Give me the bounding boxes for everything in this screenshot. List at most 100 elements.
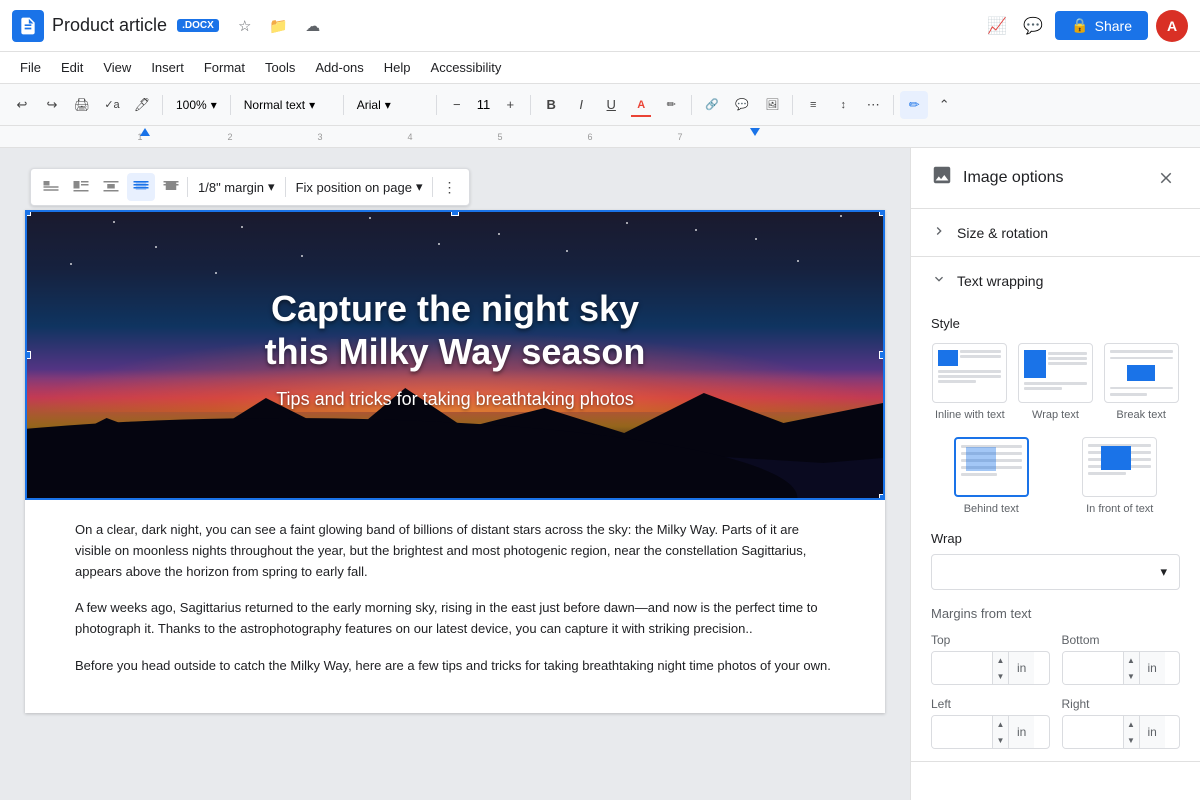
style-select[interactable]: Normal text ▾ — [237, 91, 337, 119]
link-button[interactable]: 🔗 — [698, 91, 726, 119]
style-wrap[interactable]: Wrap text — [1017, 343, 1095, 421]
margin-top-decrement[interactable]: ▼ — [992, 668, 1008, 684]
handle-top-left[interactable] — [25, 210, 31, 216]
redo-button[interactable]: ↪ — [38, 91, 66, 119]
margins-grid: Top ▲ ▼ in Bot — [931, 633, 1180, 749]
margin-top-input[interactable] — [932, 652, 992, 684]
handle-mid-right[interactable] — [879, 351, 885, 359]
style-chevron-icon: ▾ — [309, 98, 315, 112]
handle-mid-left[interactable] — [25, 351, 31, 359]
menu-edit[interactable]: Edit — [53, 56, 91, 79]
menu-view[interactable]: View — [95, 56, 139, 79]
share-button[interactable]: 🔒 Share — [1055, 11, 1148, 40]
expand-button[interactable]: ⌃ — [930, 91, 958, 119]
doc-title[interactable]: Product article — [52, 15, 167, 36]
svg-text:5: 5 — [497, 132, 502, 142]
size-rotation-header[interactable]: Size & rotation — [911, 209, 1200, 256]
margin-right-increment[interactable]: ▲ — [1123, 716, 1139, 732]
paint-format-button[interactable]: 🖊 — [128, 91, 156, 119]
handle-top-right[interactable] — [879, 210, 885, 216]
hero-image[interactable]: Capture the night sky this Milky Way sea… — [25, 210, 885, 500]
main-area: 1/8" margin ▾ Fix position on page ▾ ⋮ — [0, 148, 1200, 800]
style-behind-label: Behind text — [964, 503, 1019, 515]
text-wrapping-content: Style — [911, 304, 1200, 761]
img-toolbar-divider-3 — [432, 177, 433, 197]
position-select[interactable]: Fix position on page ▾ — [288, 175, 431, 199]
style-inline[interactable]: Inline with text — [931, 343, 1009, 421]
cloud-icon[interactable]: ☁ — [299, 12, 327, 40]
style-infront[interactable]: In front of text — [1060, 437, 1181, 515]
margin-left-decrement[interactable]: ▼ — [992, 732, 1008, 748]
menu-file[interactable]: File — [12, 56, 49, 79]
menu-help[interactable]: Help — [376, 56, 419, 79]
handle-bottom-right[interactable] — [879, 494, 885, 500]
divider-8 — [893, 95, 894, 115]
print-button[interactable]: 🖨 — [68, 91, 96, 119]
menu-accessibility[interactable]: Accessibility — [423, 56, 510, 79]
image-button[interactable]: 🖼 — [758, 91, 786, 119]
style-behind[interactable]: Behind text — [931, 437, 1052, 515]
panel-close-button[interactable] — [1152, 164, 1180, 192]
align-button[interactable]: ≡ — [799, 91, 827, 119]
text-wrapping-header[interactable]: Text wrapping — [911, 257, 1200, 304]
wrap-behind-button[interactable] — [127, 173, 155, 201]
star-icon[interactable]: ☆ — [231, 12, 259, 40]
font-size-decrease-button[interactable]: − — [443, 91, 471, 119]
margin-select[interactable]: 1/8" margin ▾ — [190, 175, 283, 199]
margin-left-input[interactable] — [932, 716, 992, 748]
menu-tools[interactable]: Tools — [257, 56, 303, 79]
wrap-around-button[interactable] — [67, 173, 95, 201]
more-image-options-button[interactable]: ⋮ — [435, 173, 463, 201]
underline-button[interactable]: U — [597, 91, 625, 119]
menu-addons[interactable]: Add-ons — [307, 56, 371, 79]
text-color-button[interactable]: A — [627, 91, 655, 119]
margin-bottom-input-row: ▲ ▼ in — [1062, 651, 1181, 685]
margin-right-input[interactable] — [1063, 716, 1123, 748]
font-size-increase-button[interactable]: + — [496, 91, 524, 119]
margin-bottom-decrement[interactable]: ▼ — [1123, 668, 1139, 684]
doc-badge: .DOCX — [177, 19, 219, 32]
analytics-icon[interactable]: 📈 — [983, 12, 1011, 40]
margin-right-input-row: ▲ ▼ in — [1062, 715, 1181, 749]
text-wrapping-section: Text wrapping Style — [911, 257, 1200, 762]
margin-right-decrement[interactable]: ▼ — [1123, 732, 1139, 748]
font-select[interactable]: Arial ▾ — [350, 91, 430, 119]
bold-button[interactable]: B — [537, 91, 565, 119]
pencil-mode-button[interactable]: ✏ — [900, 91, 928, 119]
zoom-select[interactable]: 100% ▾ — [169, 91, 224, 119]
handle-bottom-left[interactable] — [25, 494, 31, 500]
size-rotation-title: Size & rotation — [957, 225, 1048, 241]
top-bar-left: Product article .DOCX ☆ 📁 ☁ 📈 💬 🔒 Share … — [12, 10, 1188, 42]
style-break[interactable]: Break text — [1102, 343, 1180, 421]
margin-left-increment[interactable]: ▲ — [992, 716, 1008, 732]
highlight-button[interactable]: ✏ — [657, 91, 685, 119]
italic-button[interactable]: I — [567, 91, 595, 119]
wrap-dropdown[interactable]: ▾ — [931, 554, 1180, 590]
font-chevron-icon: ▾ — [385, 98, 391, 112]
handle-bottom-mid[interactable] — [451, 494, 459, 500]
wrap-front-button[interactable] — [157, 173, 185, 201]
style-value: Normal text — [244, 98, 305, 112]
margin-top-increment[interactable]: ▲ — [992, 652, 1008, 668]
folder-icon[interactable]: 📁 — [265, 12, 293, 40]
more-button[interactable]: ⋯ — [859, 91, 887, 119]
margin-top-spinner: ▲ ▼ — [992, 652, 1008, 684]
style-inline-preview — [932, 343, 1007, 403]
top-bar-right: 📈 💬 🔒 Share A — [983, 10, 1188, 42]
margin-bottom-input[interactable] — [1063, 652, 1123, 684]
comment-button[interactable]: 💬 — [728, 91, 756, 119]
menu-insert[interactable]: Insert — [143, 56, 192, 79]
style-break-label: Break text — [1116, 409, 1166, 421]
line-spacing-button[interactable]: ↕ — [829, 91, 857, 119]
wrap-break-button[interactable] — [97, 173, 125, 201]
user-avatar[interactable]: A — [1156, 10, 1188, 42]
margin-bottom-increment[interactable]: ▲ — [1123, 652, 1139, 668]
handle-top-mid[interactable] — [451, 210, 459, 216]
close-icon — [1157, 169, 1175, 187]
menu-format[interactable]: Format — [196, 56, 253, 79]
spellcheck-button[interactable]: ✓a — [98, 91, 126, 119]
wrap-inline-button[interactable] — [37, 173, 65, 201]
comments-icon[interactable]: 💬 — [1019, 12, 1047, 40]
margin-right-spinner: ▲ ▼ — [1123, 716, 1139, 748]
undo-button[interactable]: ↩ — [8, 91, 36, 119]
